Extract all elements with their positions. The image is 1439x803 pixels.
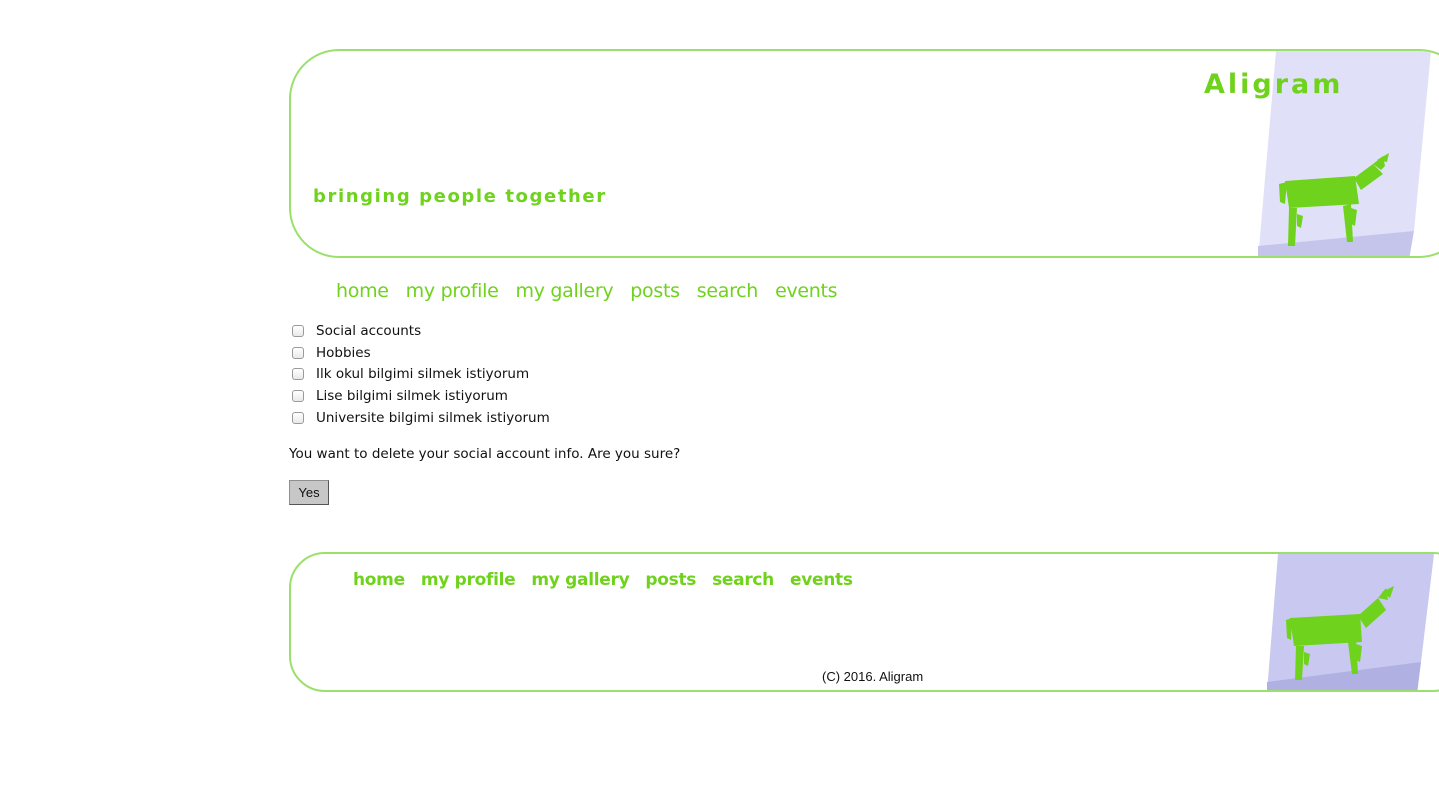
confirm-question: You want to delete your social account i… bbox=[289, 446, 681, 462]
site-title: Aligram bbox=[1204, 69, 1344, 100]
hobbies-checkbox[interactable] bbox=[292, 346, 304, 359]
delete-options-list: Social accounts Hobbies Ilk okul bilgimi… bbox=[289, 320, 550, 429]
option-label: Lise bilgimi silmek istiyorum bbox=[316, 388, 508, 405]
option-ilk-okul: Ilk okul bilgimi silmek istiyorum bbox=[289, 364, 550, 386]
nav-events[interactable]: events bbox=[775, 280, 838, 302]
footer-nav-my-gallery[interactable]: my gallery bbox=[531, 570, 629, 590]
nav-my-profile[interactable]: my profile bbox=[406, 280, 499, 302]
footer-nav: home my profile my gallery posts search … bbox=[353, 570, 869, 590]
option-universite: Universite bilgimi silmek istiyorum bbox=[289, 407, 550, 429]
site-tagline: bringing people together bbox=[313, 186, 607, 207]
option-label: Social accounts bbox=[316, 322, 422, 339]
social-accounts-checkbox[interactable] bbox=[292, 324, 304, 337]
copyright-text: (C) 2016. Aligram bbox=[822, 669, 924, 684]
main-nav: home my profile my gallery posts search … bbox=[336, 280, 854, 302]
footer-nav-search[interactable]: search bbox=[712, 570, 774, 590]
yes-button[interactable]: Yes bbox=[289, 480, 329, 505]
option-label: Hobbies bbox=[316, 344, 371, 361]
option-label: Universite bilgimi silmek istiyorum bbox=[316, 410, 550, 427]
option-label: Ilk okul bilgimi silmek istiyorum bbox=[316, 366, 530, 383]
footer-nav-my-profile[interactable]: my profile bbox=[421, 570, 516, 590]
option-lise: Lise bilgimi silmek istiyorum bbox=[289, 385, 550, 407]
option-social-accounts: Social accounts bbox=[289, 320, 550, 342]
option-hobbies: Hobbies bbox=[289, 342, 550, 364]
ilk-okul-checkbox[interactable] bbox=[292, 368, 304, 381]
universite-checkbox[interactable] bbox=[292, 412, 304, 425]
footer-nav-events[interactable]: events bbox=[790, 570, 853, 590]
footer-nav-posts[interactable]: posts bbox=[645, 570, 696, 590]
nav-my-gallery[interactable]: my gallery bbox=[515, 280, 613, 302]
site-footer: home my profile my gallery posts search … bbox=[289, 552, 1439, 692]
site-header: Aligram bringing people together bbox=[289, 49, 1439, 258]
footer-nav-home[interactable]: home bbox=[353, 570, 405, 590]
nav-home[interactable]: home bbox=[336, 280, 389, 302]
nav-search[interactable]: search bbox=[697, 280, 759, 302]
nav-posts[interactable]: posts bbox=[630, 280, 680, 302]
lise-checkbox[interactable] bbox=[292, 390, 304, 403]
